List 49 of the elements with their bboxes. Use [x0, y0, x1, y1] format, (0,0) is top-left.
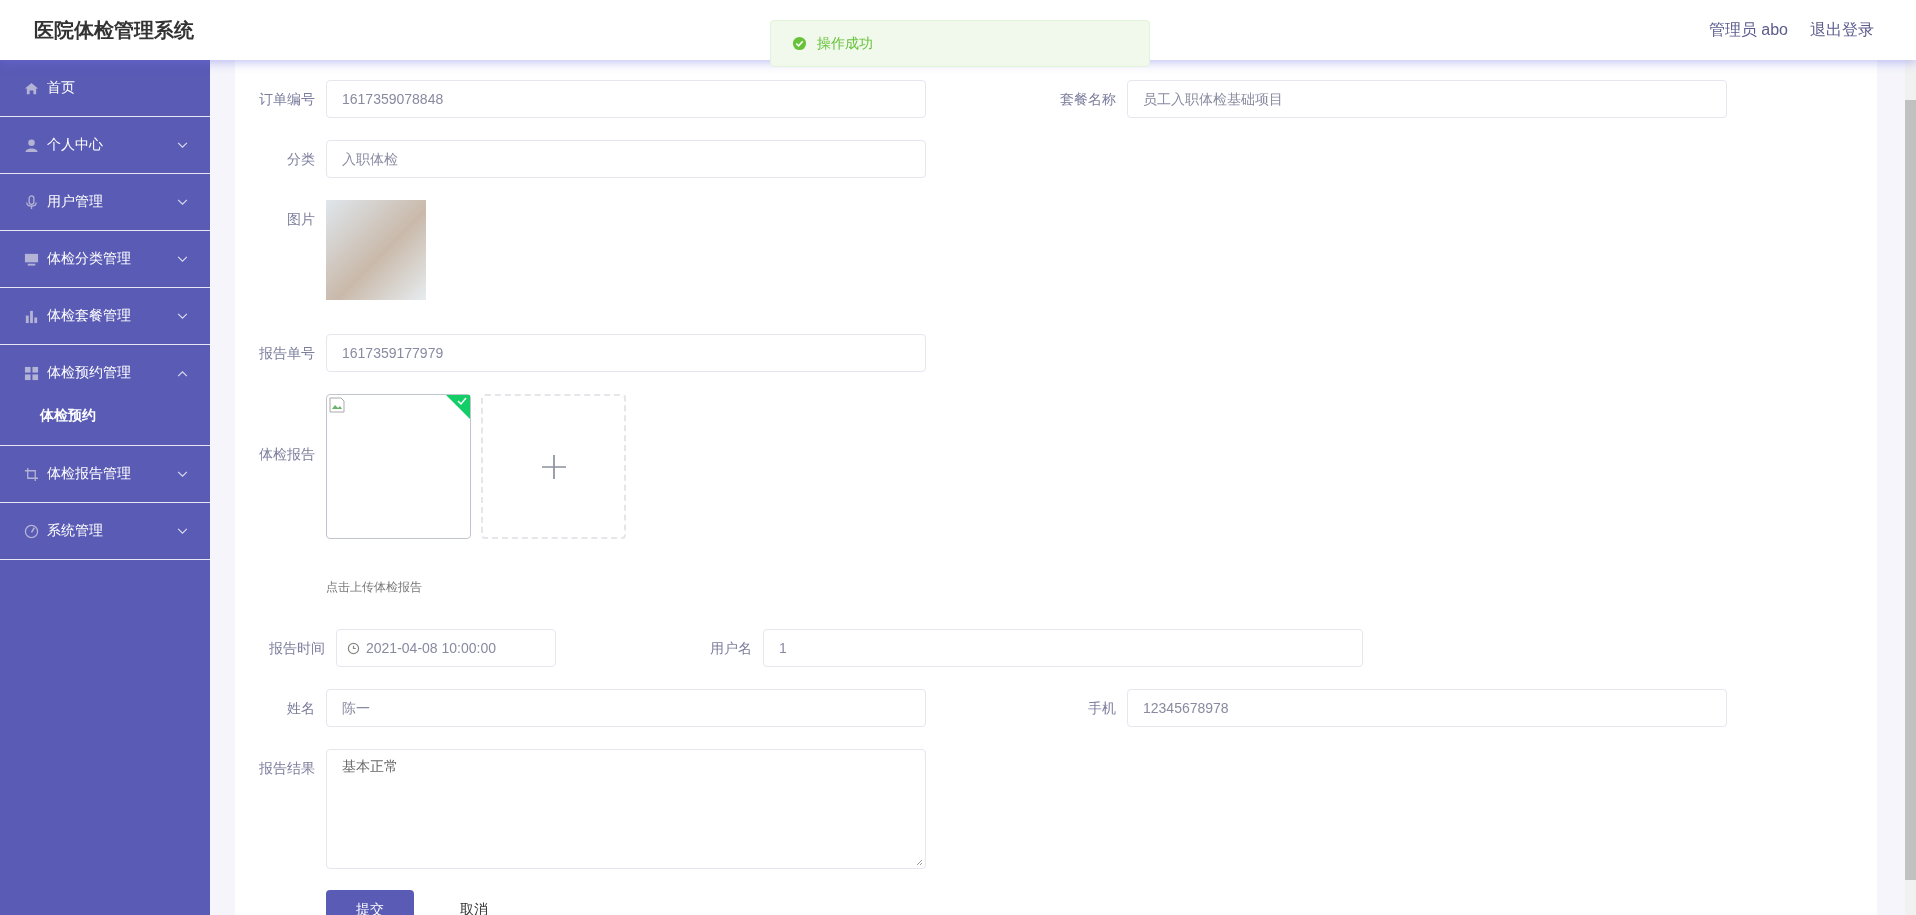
- app-title: 医院体检管理系统: [34, 17, 194, 43]
- menu-item[interactable]: 个人中心: [0, 117, 210, 173]
- broken-image-icon: [329, 397, 345, 413]
- field-label: 姓名: [286, 699, 315, 718]
- field-label: 订单编号: [258, 90, 315, 109]
- menu-item[interactable]: 体检分类管理: [0, 231, 210, 287]
- grid-icon: [24, 365, 39, 381]
- upload-hint: 点击上传体检报告: [326, 579, 423, 596]
- resize-handle-icon[interactable]: [915, 858, 923, 866]
- field-label: 报告结果: [258, 759, 315, 778]
- clock-icon: [347, 641, 360, 655]
- menu-item[interactable]: 系统管理: [0, 503, 210, 559]
- logout-link[interactable]: 退出登录: [1810, 19, 1874, 41]
- text-field[interactable]: 1617359177979: [326, 334, 926, 372]
- field-label: 分类: [286, 150, 315, 169]
- bar-chart-icon: [24, 308, 39, 324]
- plus-icon: [541, 454, 566, 479]
- field-label: 图片: [286, 210, 315, 229]
- date-field[interactable]: 2021-04-08 10:00:00: [336, 629, 556, 667]
- text-field[interactable]: 1617359078848: [326, 80, 926, 118]
- text-field[interactable]: 入职体检: [326, 140, 926, 178]
- home-icon: [24, 80, 39, 96]
- microphone-icon: [24, 194, 39, 210]
- text-field[interactable]: 员工入职体检基础项目: [1127, 80, 1727, 118]
- uploaded-file-tile[interactable]: [326, 394, 471, 539]
- field-label: 用户名: [709, 639, 752, 658]
- monitor-icon: [24, 251, 39, 267]
- text-field[interactable]: 陈一: [326, 689, 926, 727]
- field-label: 报告单号: [258, 344, 315, 363]
- gauge-icon: [24, 523, 39, 539]
- date-value: 2021-04-08 10:00:00: [366, 639, 496, 658]
- textarea-field[interactable]: 基本正常: [326, 749, 926, 869]
- field-label: 套餐名称: [1059, 90, 1116, 109]
- scrollbar[interactable]: [1905, 60, 1916, 915]
- menu-item[interactable]: 体检报告管理: [0, 446, 210, 502]
- menu-item[interactable]: 首页: [0, 60, 210, 116]
- menu-item[interactable]: 用户管理: [0, 174, 210, 230]
- crop-icon: [24, 466, 39, 482]
- field-label: 手机: [1087, 699, 1116, 718]
- user-name: 管理员 abo: [1708, 19, 1788, 40]
- success-icon: [792, 36, 807, 51]
- text-field[interactable]: 1: [763, 629, 1363, 667]
- upload-button[interactable]: [481, 394, 626, 539]
- text-field[interactable]: 12345678978: [1127, 689, 1727, 727]
- field-label: 报告时间: [268, 639, 325, 658]
- toast-message: 操作成功: [817, 34, 873, 53]
- person-icon: [24, 137, 39, 153]
- menu-item[interactable]: 体检套餐管理: [0, 288, 210, 344]
- field-label: 体检报告: [258, 445, 315, 464]
